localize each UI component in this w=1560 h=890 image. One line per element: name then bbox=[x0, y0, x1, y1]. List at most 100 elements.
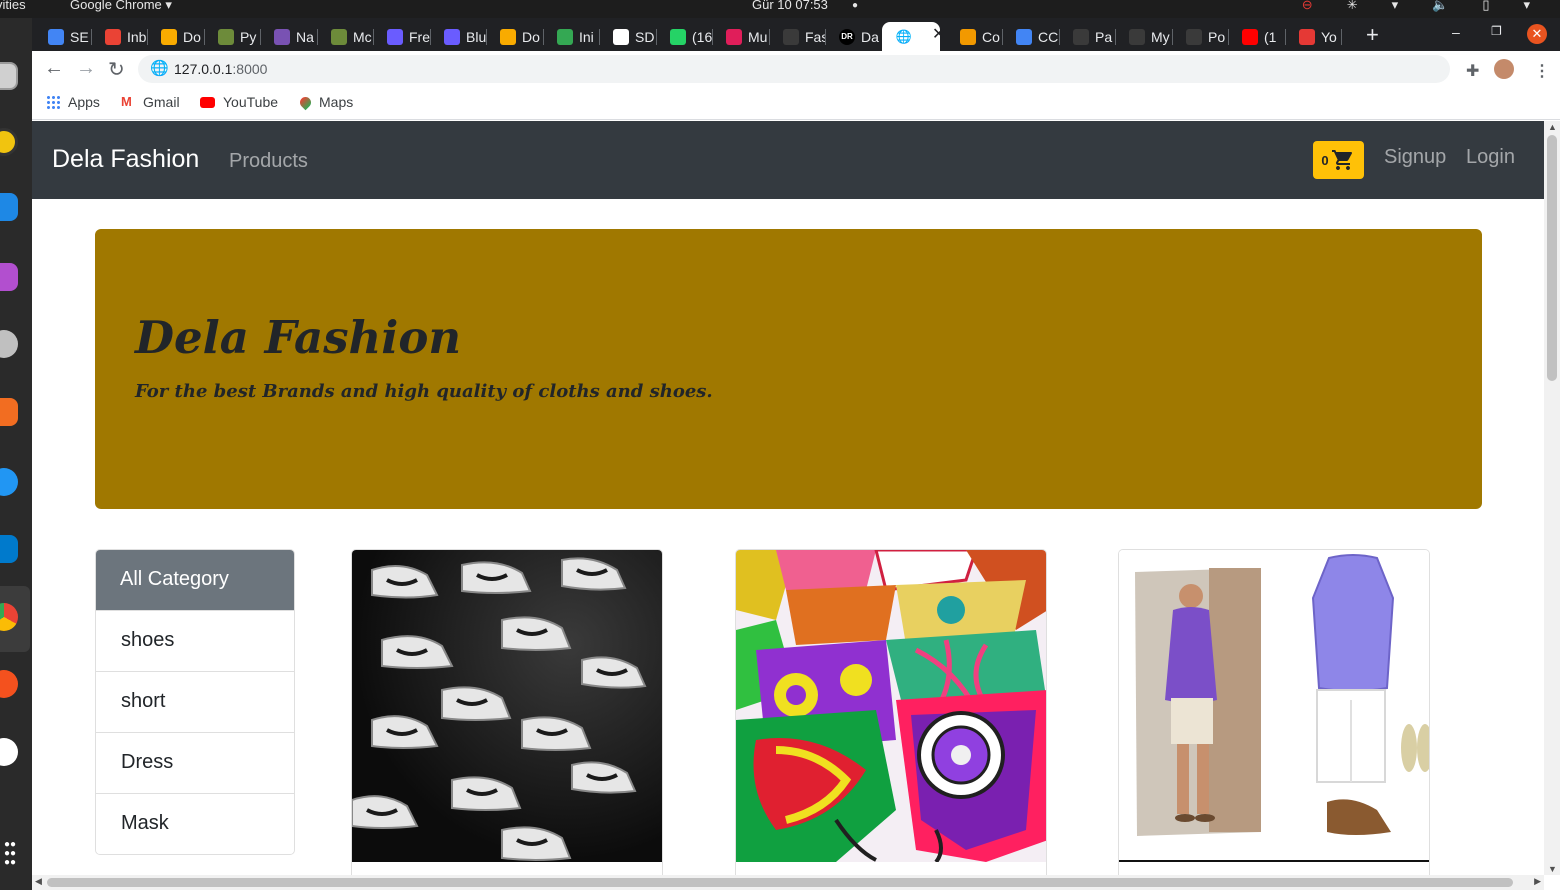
nav-signup-link[interactable]: Signup bbox=[1384, 146, 1446, 169]
slack-icon[interactable] bbox=[0, 738, 18, 766]
bookmark-youtube[interactable]: YouTube bbox=[200, 94, 278, 110]
restore-button[interactable]: ❐ bbox=[1491, 24, 1502, 38]
tab[interactable]: Co bbox=[946, 22, 1003, 51]
screenshot-icon[interactable] bbox=[0, 330, 18, 358]
window-close-button[interactable]: ✕ bbox=[1527, 24, 1547, 44]
tab[interactable]: Yo bbox=[1285, 22, 1342, 51]
loader-icon bbox=[960, 28, 976, 45]
palm-icon bbox=[218, 28, 234, 45]
back-button[interactable]: ← bbox=[44, 57, 64, 80]
youtube-icon bbox=[200, 96, 215, 108]
scroll-right-arrow-icon[interactable]: ▶ bbox=[1534, 876, 1541, 887]
chrome-menu-icon[interactable]: ⋮ bbox=[1534, 61, 1550, 81]
category-item-dress[interactable]: Dress bbox=[96, 732, 294, 793]
bookmark-maps[interactable]: Maps bbox=[297, 94, 353, 110]
help-icon[interactable] bbox=[0, 468, 18, 496]
tab[interactable]: Fre bbox=[373, 22, 430, 51]
product-card[interactable] bbox=[1118, 549, 1430, 875]
gmail-icon bbox=[105, 28, 121, 45]
volume-icon: 🔈 bbox=[1432, 0, 1449, 12]
tab[interactable]: Na bbox=[260, 22, 317, 51]
video-icon[interactable] bbox=[0, 263, 18, 291]
tab[interactable]: Py bbox=[204, 22, 261, 51]
profile-avatar[interactable] bbox=[1494, 59, 1514, 79]
tab[interactable]: Blu bbox=[430, 22, 487, 51]
tab[interactable]: Fas bbox=[769, 22, 826, 51]
system-clock[interactable]: Gür 10 07:53 bbox=[752, 0, 828, 12]
files-icon[interactable] bbox=[0, 62, 18, 90]
tab[interactable]: SE bbox=[34, 22, 91, 51]
site-info-icon[interactable]: 🌐 bbox=[150, 59, 169, 77]
tab[interactable]: Do bbox=[147, 22, 204, 51]
product-card[interactable] bbox=[735, 549, 1047, 875]
tab[interactable]: Do bbox=[486, 22, 543, 51]
software-center-icon[interactable] bbox=[0, 398, 18, 426]
tab[interactable]: CC bbox=[1002, 22, 1059, 51]
url-host: 127.0.0.1 bbox=[174, 61, 233, 77]
cart-button[interactable]: 0 bbox=[1313, 141, 1364, 179]
canva-icon bbox=[387, 28, 403, 45]
purple-shirt-outfit-image[interactable] bbox=[1119, 550, 1429, 862]
forward-button[interactable]: → bbox=[76, 57, 96, 80]
category-all[interactable]: All Category bbox=[96, 550, 294, 610]
scroll-down-arrow-icon[interactable]: ▼ bbox=[1548, 864, 1557, 874]
scroll-up-arrow-icon[interactable]: ▲ bbox=[1548, 122, 1557, 132]
extensions-icon[interactable]: ✚ bbox=[1466, 61, 1479, 81]
github-icon bbox=[1073, 28, 1089, 45]
tab-title: SE bbox=[70, 28, 89, 45]
product-card[interactable] bbox=[351, 549, 663, 875]
dr-icon: DR bbox=[839, 28, 855, 45]
african-print-masks-image[interactable] bbox=[736, 550, 1046, 862]
app-menu[interactable]: Google Chrome ▾ bbox=[70, 0, 172, 13]
navbar-brand[interactable]: Dela Fashion bbox=[52, 145, 199, 174]
scrollbar-thumb[interactable] bbox=[1547, 135, 1557, 381]
bookmark-apps[interactable]: Apps bbox=[46, 94, 100, 110]
bookmark-gmail[interactable]: M Gmail bbox=[121, 94, 180, 110]
tab[interactable]: Ini bbox=[543, 22, 600, 51]
tab[interactable]: Inb bbox=[91, 22, 148, 51]
writer-icon[interactable] bbox=[0, 193, 18, 221]
tab[interactable]: Mu bbox=[712, 22, 769, 51]
tab[interactable]: Mc bbox=[317, 22, 374, 51]
new-tab-button[interactable]: + bbox=[1366, 22, 1379, 48]
tab[interactable]: (16 bbox=[656, 22, 713, 51]
category-item-mask[interactable]: Mask bbox=[96, 793, 294, 854]
rhythmbox-icon[interactable] bbox=[0, 128, 18, 156]
tab[interactable]: SD bbox=[599, 22, 656, 51]
close-tab-icon[interactable]: ✕ bbox=[932, 24, 945, 44]
postman-icon[interactable] bbox=[0, 670, 18, 698]
category-item-shoes[interactable]: shoes bbox=[96, 610, 294, 671]
tab[interactable]: Pa bbox=[1059, 22, 1116, 51]
vscode-icon[interactable] bbox=[0, 535, 18, 563]
jumbotron-subtitle: For the best Brands and high quality of … bbox=[135, 381, 713, 402]
horizontal-scrollbar[interactable]: ◀ ▶ bbox=[32, 875, 1544, 890]
category-list: All Category shoes short Dress Mask bbox=[95, 549, 295, 855]
category-item-short[interactable]: short bbox=[96, 671, 294, 732]
minimize-button[interactable]: – bbox=[1452, 24, 1460, 40]
cart-icon bbox=[1331, 150, 1352, 170]
tab-title: Co bbox=[982, 28, 1000, 45]
tab-title: Fas bbox=[805, 28, 826, 45]
download-icon bbox=[1299, 28, 1315, 45]
tab-title: Mc bbox=[353, 28, 372, 45]
tab-title: Do bbox=[522, 28, 540, 45]
tab[interactable]: My bbox=[1115, 22, 1172, 51]
system-tray[interactable]: ⊖ ✳ ▾ 🔈 ▯ ▾ bbox=[1302, 0, 1530, 13]
tab[interactable]: DR Da bbox=[825, 22, 882, 51]
sneakers-wall-image[interactable] bbox=[352, 550, 662, 862]
scroll-left-arrow-icon[interactable]: ◀ bbox=[35, 876, 42, 887]
tab[interactable]: Po bbox=[1172, 22, 1229, 51]
reload-button[interactable]: ↻ bbox=[108, 57, 125, 82]
nav-login-link[interactable]: Login bbox=[1466, 146, 1515, 169]
tab[interactable]: (1 bbox=[1228, 22, 1285, 51]
activities-button[interactable]: vities bbox=[0, 0, 26, 12]
scrollbar-thumb[interactable] bbox=[47, 878, 1513, 887]
analytics-icon bbox=[161, 28, 177, 45]
show-apps-icon[interactable]: ●● ●● ●● bbox=[4, 840, 16, 868]
url-text[interactable]: 127.0.0.1:8000 bbox=[174, 61, 267, 77]
vertical-scrollbar[interactable]: ▲ ▼ bbox=[1544, 121, 1560, 875]
nav-products-link[interactable]: Products bbox=[229, 150, 308, 173]
tab-strip: SE Inb Do Py Na Mc Fre Blu Do Ini SD (16 Mu Fas DR Da 🌐 C… bbox=[32, 18, 1560, 51]
address-bar[interactable]: 🌐 127.0.0.1:8000 bbox=[138, 55, 1450, 83]
system-top-bar: vities Google Chrome ▾ Gür 10 07:53 ● ⊖ … bbox=[0, 0, 1560, 18]
